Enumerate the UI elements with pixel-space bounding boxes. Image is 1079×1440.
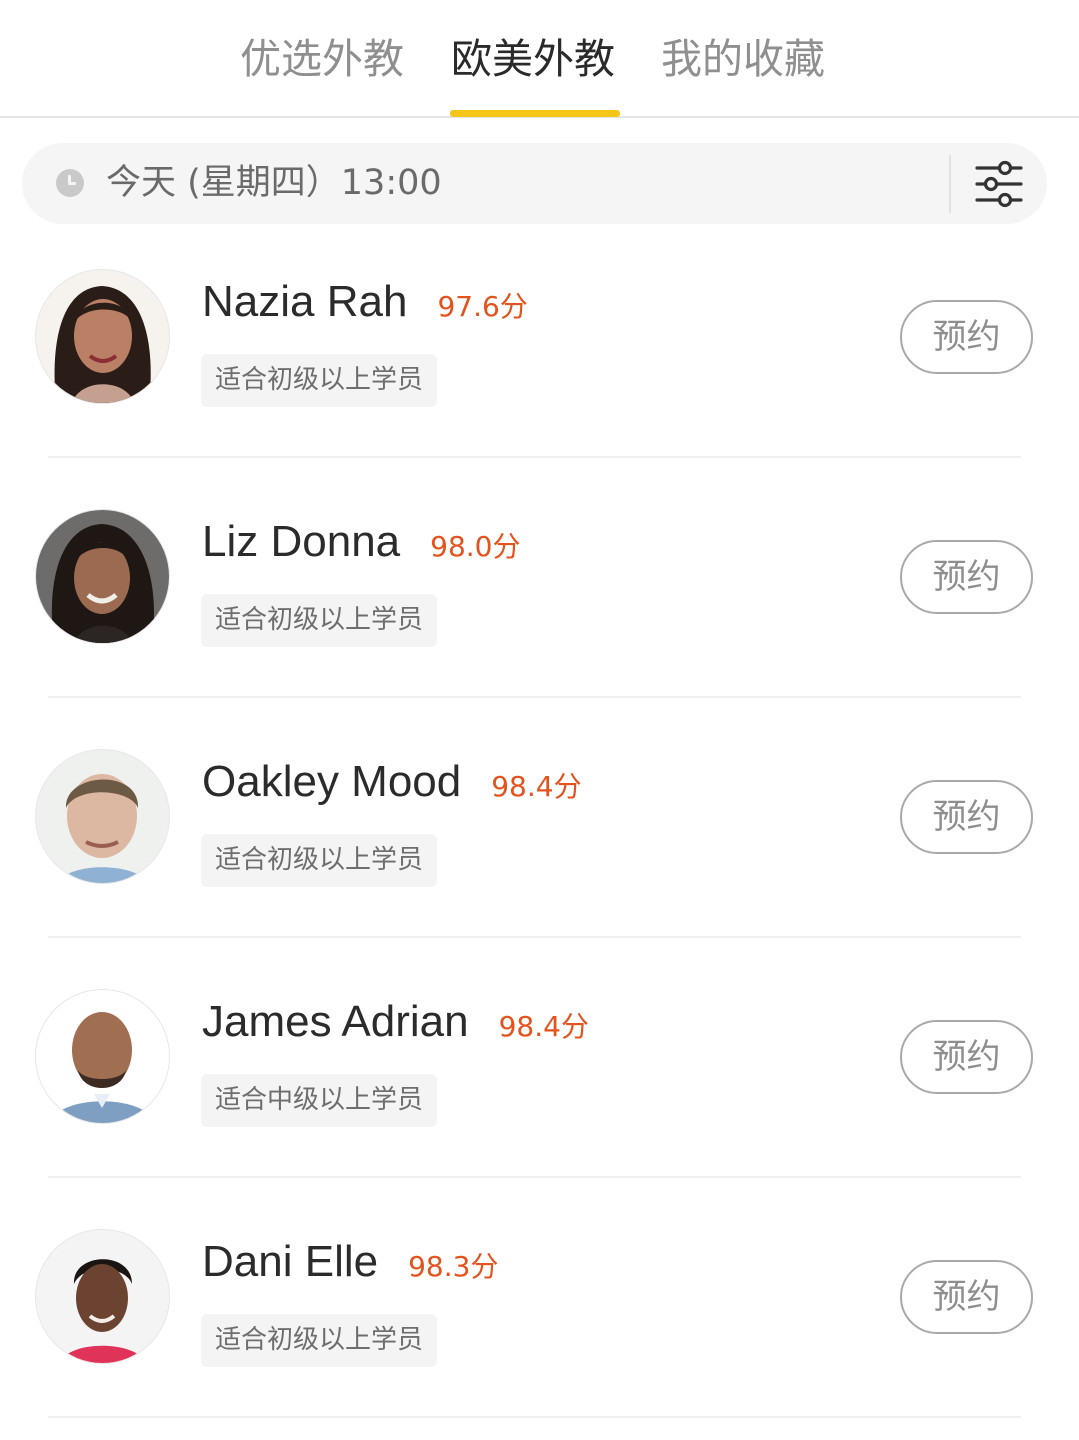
- teacher-score: 98.0分: [430, 530, 521, 563]
- tab-preferred-teachers[interactable]: 优选外教: [240, 30, 404, 88]
- book-button[interactable]: 预约: [900, 1020, 1033, 1094]
- row-divider: [48, 1176, 1021, 1178]
- filter-button[interactable]: [967, 157, 1031, 211]
- teacher-avatar[interactable]: [36, 1230, 169, 1363]
- tab-bar: 优选外教 欧美外教 我的收藏: [0, 0, 1079, 118]
- teacher-name-line: Liz Donna 98.0分: [202, 512, 521, 572]
- book-button[interactable]: 预约: [900, 540, 1033, 614]
- book-button[interactable]: 预约: [900, 300, 1033, 374]
- teacher-avatar[interactable]: [36, 750, 169, 883]
- teacher-row[interactable]: Liz Donna 98.0分 适合初级以上学员 预约: [0, 480, 1079, 720]
- level-tag: 适合初级以上学员: [201, 594, 438, 647]
- teacher-avatar[interactable]: [36, 270, 169, 403]
- level-tag: 适合中级以上学员: [201, 1074, 438, 1127]
- book-button[interactable]: 预约: [900, 780, 1033, 854]
- tab-my-favorites[interactable]: 我的收藏: [661, 30, 825, 88]
- teacher-score: 98.4分: [498, 1010, 589, 1043]
- date-time-selector[interactable]: 今天 (星期四）13:00: [22, 143, 1047, 224]
- selected-date-time[interactable]: 今天 (星期四）13:00: [106, 159, 442, 207]
- teacher-avatar[interactable]: [36, 990, 169, 1123]
- sliders-icon: [975, 160, 1023, 208]
- teacher-name-line: Dani Elle 98.3分: [202, 1232, 498, 1292]
- row-divider: [48, 936, 1021, 938]
- teacher-score: 98.4分: [491, 770, 582, 803]
- level-tag: 适合初级以上学员: [201, 354, 438, 407]
- teacher-name-line: Oakley Mood 98.4分: [202, 752, 582, 812]
- tab-western-teachers[interactable]: 欧美外教: [451, 30, 615, 88]
- active-tab-indicator: [450, 110, 620, 117]
- level-tag: 适合初级以上学员: [201, 1314, 438, 1367]
- divider: [949, 155, 951, 213]
- teacher-score: 97.6分: [437, 290, 528, 323]
- teacher-name[interactable]: Dani Elle: [202, 1237, 378, 1287]
- teacher-name[interactable]: Liz Donna: [202, 517, 400, 567]
- teacher-avatar[interactable]: [36, 510, 169, 643]
- teacher-row[interactable]: Oakley Mood 98.4分 适合初级以上学员 预约: [0, 720, 1079, 960]
- row-divider: [48, 456, 1021, 458]
- teacher-name[interactable]: Nazia Rah: [202, 277, 407, 327]
- teacher-name-line: James Adrian 98.4分: [202, 992, 589, 1052]
- teacher-name[interactable]: Oakley Mood: [202, 757, 461, 807]
- book-button[interactable]: 预约: [900, 1260, 1033, 1334]
- clock-icon: [56, 169, 84, 197]
- row-divider: [48, 1416, 1021, 1418]
- teacher-row[interactable]: Nazia Rah 97.6分 适合初级以上学员 预约: [0, 240, 1079, 480]
- teacher-score: 98.3分: [408, 1250, 499, 1283]
- teacher-list: Nazia Rah 97.6分 适合初级以上学员 预约 Liz Donna 98…: [0, 240, 1079, 1440]
- row-divider: [48, 696, 1021, 698]
- teacher-name[interactable]: James Adrian: [202, 997, 469, 1047]
- level-tag: 适合初级以上学员: [201, 834, 438, 887]
- teacher-row[interactable]: Dani Elle 98.3分 适合初级以上学员 预约: [0, 1200, 1079, 1440]
- teacher-name-line: Nazia Rah 97.6分: [202, 272, 528, 332]
- teacher-row[interactable]: James Adrian 98.4分 适合中级以上学员 预约: [0, 960, 1079, 1200]
